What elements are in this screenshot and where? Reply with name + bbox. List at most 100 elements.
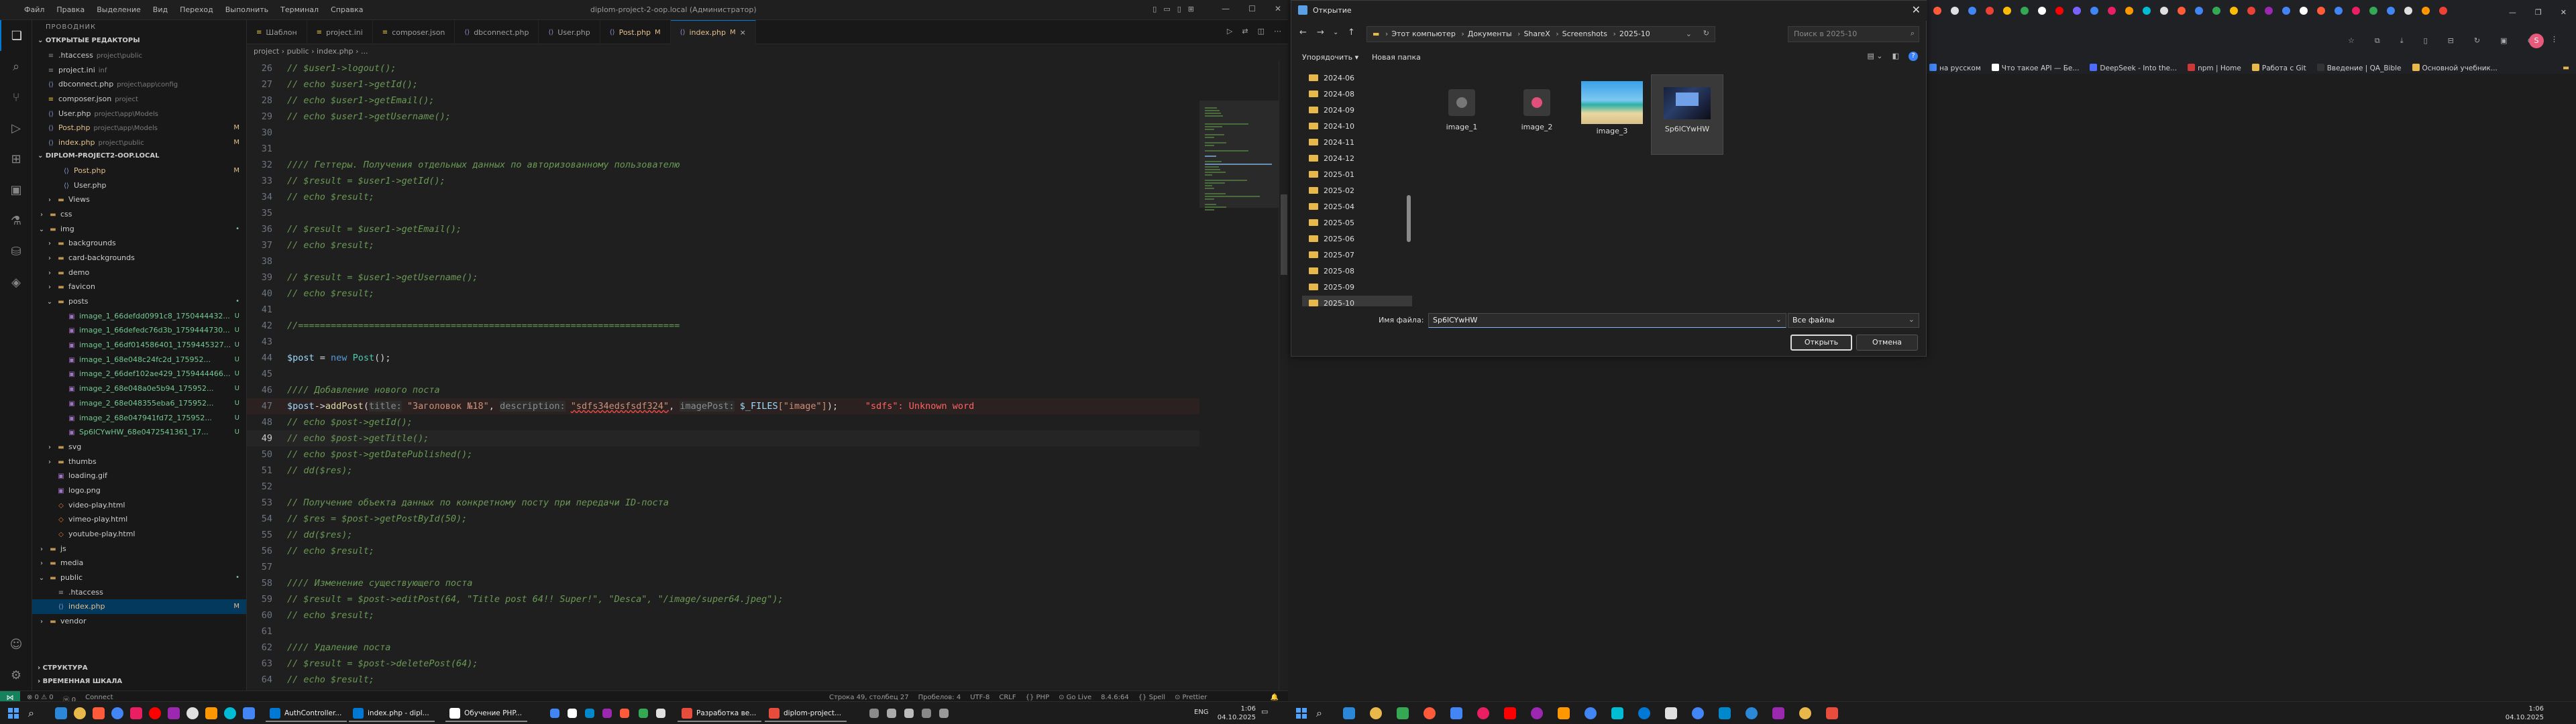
- browser-tab[interactable]: [2332, 4, 2345, 17]
- code-line[interactable]: 39 // $result = $user1->getUsername();: [247, 269, 1199, 286]
- browser-tab[interactable]: [1966, 4, 1979, 17]
- breadcrumb-screenshots[interactable]: Screenshots: [1562, 29, 1607, 38]
- file-item[interactable]: image_3: [1576, 74, 1648, 155]
- tree-item[interactable]: ▣ Sp6lCYwHW_68e0472541361_17... U: [32, 425, 246, 440]
- code-line[interactable]: 55 // dd($res);: [247, 527, 1199, 543]
- taskbar-pinned-app-icon[interactable]: [1531, 707, 1543, 719]
- open-editor-item[interactable]: ≡ project.ini inf: [32, 63, 246, 78]
- tree-item[interactable]: ▣ image_1_66defedc76d3b_1759444730... U: [32, 323, 246, 338]
- browser-tab[interactable]: [2035, 4, 2049, 17]
- scrollbar-thumb[interactable]: [1281, 194, 1287, 275]
- recent-locations-icon[interactable]: ⌄: [1333, 29, 1338, 36]
- tree-item[interactable]: ⟨⟩ Post.php M: [32, 164, 246, 178]
- taskbar-pinned-app-icon[interactable]: [1692, 707, 1704, 719]
- more-actions-icon[interactable]: ⋯: [1274, 27, 1281, 36]
- open-editor-item[interactable]: ≡ .htaccess project\public: [32, 48, 246, 63]
- code-line[interactable]: 36 // $result = $user1->getEmail();: [247, 221, 1199, 237]
- tab-post-php[interactable]: ⟨⟩ Post.php M: [600, 20, 671, 44]
- folder-item[interactable]: 2024-10: [1302, 119, 1412, 135]
- language-indicator[interactable]: ENG: [1194, 708, 1209, 717]
- browser-tab[interactable]: [2175, 4, 2188, 17]
- browser-tab[interactable]: [2123, 4, 2136, 17]
- tab-project-ini[interactable]: ≡ project.ini: [307, 20, 373, 44]
- editor-scrollbar[interactable]: [1279, 60, 1288, 690]
- project-header[interactable]: ⌄ DIPLOM-PROJECT2-OOP.LOCAL: [32, 149, 246, 164]
- code-line[interactable]: 63 // $result = $post->deletePost(64);: [247, 656, 1199, 672]
- menu-item-view[interactable]: Вид: [153, 5, 168, 14]
- folder-item[interactable]: 2025-02: [1302, 183, 1412, 199]
- folder-item[interactable]: 2025-10: [1302, 296, 1412, 306]
- taskbar-tray-icon[interactable]: [550, 709, 559, 718]
- run-icon[interactable]: ▷: [1227, 27, 1232, 36]
- browser-tab[interactable]: [2384, 4, 2398, 17]
- bookmark-item[interactable]: DeepSeek - Into the...: [2090, 63, 2177, 72]
- tree-item[interactable]: › ▬ demo: [32, 265, 246, 280]
- downloads-icon[interactable]: ⤓: [2400, 36, 2404, 46]
- browser-tab[interactable]: [2245, 4, 2258, 17]
- screenshot-icon[interactable]: ▣: [2500, 36, 2507, 46]
- taskbar-search-icon[interactable]: ⌕: [28, 707, 34, 720]
- new-folder-button[interactable]: Новая папка: [1372, 53, 1421, 62]
- code-line[interactable]: 59 // $result = $post->editPost(64, "Titl…: [247, 591, 1199, 607]
- open-editor-item[interactable]: ⟨⟩ Post.php project\app\Models M: [32, 121, 246, 135]
- tab-index-php[interactable]: ⟨⟩ index.php M ×: [670, 20, 756, 44]
- taskbar-tray-icon[interactable]: [620, 709, 629, 718]
- browser-tab[interactable]: [2227, 4, 2241, 17]
- taskbar-pinned-app-icon[interactable]: [149, 707, 161, 719]
- open-editors-header[interactable]: ⌄ ОТКРЫТЫЕ РЕДАКТОРЫ: [32, 35, 246, 48]
- status-item[interactable]: Пробелов: 4: [918, 694, 961, 701]
- status-item[interactable]: CRLF: [999, 694, 1016, 701]
- taskbar-pinned-app-icon[interactable]: [1424, 707, 1436, 719]
- taskbar-pinned-app-icon[interactable]: [55, 707, 67, 719]
- tab-close-icon[interactable]: ×: [740, 28, 746, 37]
- tree-item[interactable]: ⌄ ▬ img •: [32, 222, 246, 237]
- code-line[interactable]: 49 // echo $post->getTitle();: [247, 430, 1199, 446]
- code-line[interactable]: 57: [247, 559, 1199, 575]
- browser-tab[interactable]: [1948, 4, 1962, 17]
- code-line[interactable]: 33 // $result = $user1->getId();: [247, 173, 1199, 189]
- clock-monitor-2[interactable]: 1:06 04.10.2025: [2501, 705, 2544, 722]
- folder-tree-scrollbar[interactable]: [1405, 70, 1412, 306]
- tree-item[interactable]: ⟨⟩ User.php: [32, 178, 246, 193]
- code-line[interactable]: 53 // Получение объекта данных по конкрет…: [247, 495, 1199, 511]
- open-editor-item[interactable]: ⟨⟩ User.php project\app\Models: [32, 107, 246, 121]
- tree-item[interactable]: › ▬ css: [32, 207, 246, 222]
- history-icon[interactable]: ↻: [2474, 36, 2480, 46]
- forward-arrow-icon[interactable]: →: [1317, 27, 1324, 38]
- taskbar-pinned-app-icon[interactable]: [1665, 707, 1677, 719]
- taskbar-tray-icon[interactable]: [887, 709, 896, 718]
- code-line[interactable]: 58 //// Изменение существующего поста: [247, 575, 1199, 591]
- code-line[interactable]: 43: [247, 334, 1199, 350]
- folder-item[interactable]: 2024-12: [1302, 151, 1412, 167]
- code-line[interactable]: 50 // echo $post->getDatePublished();: [247, 446, 1199, 463]
- taskbar-pinned-app-icon[interactable]: [243, 707, 255, 719]
- browser-tab[interactable]: [2210, 4, 2223, 17]
- back-arrow-icon[interactable]: ←: [1299, 27, 1307, 38]
- taskbar-pinned-app-icon[interactable]: [168, 707, 180, 719]
- customize-layout-icon[interactable]: ⊞: [1188, 5, 1194, 13]
- code-line[interactable]: 37 // echo $result;: [247, 237, 1199, 253]
- tree-item[interactable]: › ▬ backgrounds: [32, 236, 246, 251]
- toggle-sidebar-icon[interactable]: ▯: [1152, 5, 1157, 13]
- restore-icon[interactable]: ❐: [2535, 8, 2542, 17]
- dialog-close-icon[interactable]: ✕: [1912, 3, 1921, 16]
- status-item[interactable]: UTF-8: [970, 694, 989, 701]
- code-line[interactable]: 56 // echo $result;: [247, 543, 1199, 559]
- folder-item[interactable]: 2025-01: [1302, 167, 1412, 183]
- bookmark-item[interactable]: Работа с Git: [2251, 63, 2306, 72]
- breadcrumb-2025-10[interactable]: 2025-10: [1619, 29, 1650, 38]
- bookmark-item[interactable]: Что такое API — Бе...: [1991, 63, 2079, 72]
- code-line[interactable]: 30: [247, 125, 1199, 141]
- taskbar-pinned-app-icon[interactable]: [205, 707, 217, 719]
- menu-item-run[interactable]: Выполнить: [225, 5, 268, 14]
- taskbar-app-button[interactable]: AuthController...: [266, 705, 347, 722]
- tree-item[interactable]: › ▬ thumbs: [32, 455, 246, 469]
- maximize-icon[interactable]: ☐: [1248, 4, 1256, 13]
- taskbar-pinned-app-icon[interactable]: [1504, 707, 1516, 719]
- outline-header[interactable]: › СТРУКТУРА: [32, 662, 246, 676]
- menu-item-terminal[interactable]: Терминал: [280, 5, 319, 14]
- tree-item[interactable]: › ▬ media: [32, 556, 246, 570]
- folder-item[interactable]: 2024-09: [1302, 103, 1412, 119]
- code-line[interactable]: 27 // echo $user1->getId();: [247, 76, 1199, 93]
- close-icon[interactable]: ✕: [1275, 4, 1281, 13]
